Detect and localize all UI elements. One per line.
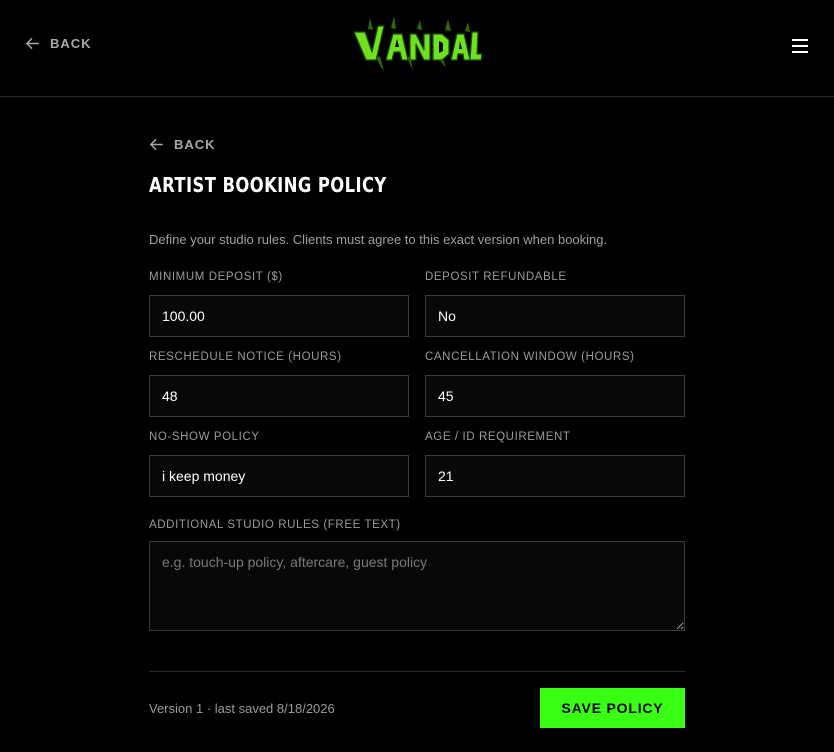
no-show-policy-label: NO-SHOW POLICY (149, 431, 260, 443)
additional-rules-textarea[interactable] (149, 541, 685, 631)
no-show-policy-field: NO-SHOW POLICY i keep money (149, 431, 409, 497)
reschedule-notice-label: RESCHEDULE NOTICE (HOURS) (149, 351, 342, 363)
age-id-requirement-label: AGE / ID REQUIREMENT (425, 431, 571, 443)
cancellation-window-label: CANCELLATION WINDOW (HOURS) (425, 351, 635, 363)
no-show-policy-input[interactable]: i keep money (149, 455, 409, 497)
arrow-left-icon (26, 38, 39, 49)
hamburger-menu-icon[interactable] (791, 38, 809, 54)
deposit-refundable-select[interactable]: No (425, 295, 685, 337)
page-title: ARTIST BOOKING POLICY (149, 173, 387, 197)
reschedule-notice-input[interactable]: 48 (149, 375, 409, 417)
version-status: Version 1 · last saved 8/18/2026 (149, 701, 335, 716)
cancellation-window-input[interactable]: 45 (425, 375, 685, 417)
page-description: Define your studio rules. Clients must a… (149, 232, 608, 247)
min-deposit-label: MINIMUM DEPOSIT ($) (149, 271, 283, 283)
additional-rules-label: ADDITIONAL STUDIO RULES (FREE TEXT) (149, 519, 401, 531)
age-id-requirement-field: AGE / ID REQUIREMENT 21 (425, 431, 685, 497)
page-back-button[interactable]: BACK (149, 137, 216, 152)
min-deposit-field: MINIMUM DEPOSIT ($) 100.00 (149, 271, 409, 337)
age-id-requirement-input[interactable]: 21 (425, 455, 685, 497)
arrow-left-icon (150, 139, 163, 150)
vandalsyn-logo[interactable] (350, 14, 482, 76)
page-back-label: BACK (174, 137, 216, 152)
cancellation-window-field: CANCELLATION WINDOW (HOURS) 45 (425, 351, 685, 417)
save-policy-button[interactable]: SAVE POLICY (540, 688, 685, 728)
header-back-button[interactable]: BACK (25, 36, 92, 51)
header-back-label: BACK (50, 36, 92, 51)
deposit-refundable-label: DEPOSIT REFUNDABLE (425, 271, 567, 283)
deposit-refundable-field: DEPOSIT REFUNDABLE No (425, 271, 685, 337)
reschedule-notice-field: RESCHEDULE NOTICE (HOURS) 48 (149, 351, 409, 417)
min-deposit-input[interactable]: 100.00 (149, 295, 409, 337)
top-bar: BACK (0, 0, 834, 97)
footer-divider (149, 671, 685, 672)
additional-rules-field: ADDITIONAL STUDIO RULES (FREE TEXT) (149, 519, 685, 631)
